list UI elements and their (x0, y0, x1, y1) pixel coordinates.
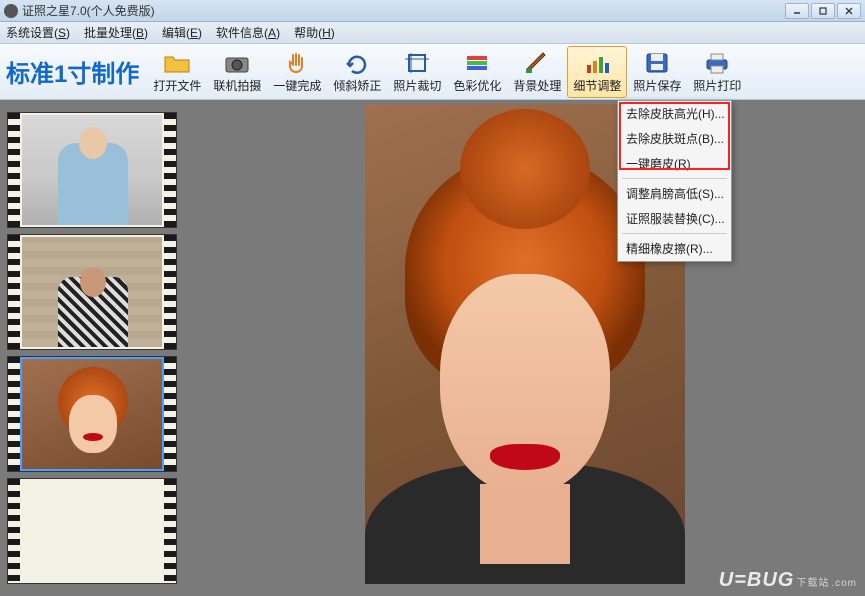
watermark-domain: .com (831, 578, 857, 589)
toolbar-one-click[interactable]: 一键完成 (267, 46, 327, 98)
app-icon (4, 4, 18, 18)
filmstrip[interactable] (0, 100, 184, 596)
toolbar-label: 背景处理 (513, 77, 561, 94)
folder-icon (163, 50, 191, 76)
dropdown-separator (622, 178, 727, 179)
toolbar-camera[interactable]: 联机拍摄 (207, 46, 267, 98)
film-frame (7, 356, 177, 472)
minimize-button[interactable] (785, 3, 809, 19)
toolbar-label: 照片打印 (693, 77, 741, 94)
toolbar-label: 倾斜矫正 (333, 77, 381, 94)
watermark-brand: U=BUG (719, 569, 795, 592)
film-frame (7, 234, 177, 350)
menu-item-replace-clothes[interactable]: 证照服装替换(C)... (618, 206, 731, 231)
brush-icon (523, 50, 551, 76)
toolbar: 标准1寸制作 打开文件联机拍摄一键完成倾斜矫正照片裁切色彩优化背景处理细节调整照… (0, 44, 865, 100)
maximize-button[interactable] (811, 3, 835, 19)
save-icon (643, 50, 671, 76)
menu-e[interactable]: 编辑(E) (162, 24, 202, 41)
toolbar-deskew[interactable]: 倾斜矫正 (327, 46, 387, 98)
menu-bar: 系统设置(S) 批量处理(B) 编辑(E) 软件信息(A) 帮助(H) (0, 22, 865, 44)
toolbar-color-opt[interactable]: 色彩优化 (447, 46, 507, 98)
menu-item-fine-eraser[interactable]: 精细橡皮擦(R)... (618, 236, 731, 261)
logo-text: 标准1寸制作 (6, 54, 139, 89)
thumb-2[interactable] (22, 237, 162, 347)
toolbar-print[interactable]: 照片打印 (687, 46, 747, 98)
work-area (0, 100, 865, 596)
toolbar-crop[interactable]: 照片裁切 (387, 46, 447, 98)
toolbar-label: 照片裁切 (393, 77, 441, 94)
toolbar-background[interactable]: 背景处理 (507, 46, 567, 98)
toolbar-save[interactable]: 照片保存 (627, 46, 687, 98)
toolbar-label: 一键完成 (273, 77, 321, 94)
film-frame (7, 112, 177, 228)
title-left: 证照之星7.0(个人免费版) (4, 2, 155, 19)
menu-a[interactable]: 软件信息(A) (216, 24, 280, 41)
thumb-4[interactable] (22, 481, 162, 581)
menu-item-adjust-shoulders[interactable]: 调整肩膀高低(S)... (618, 181, 731, 206)
toolbar-label: 打开文件 (153, 77, 201, 94)
printer-icon (703, 50, 731, 76)
toolbar-label: 联机拍摄 (213, 77, 261, 94)
thumb-1[interactable] (22, 115, 162, 225)
hand-icon (283, 50, 311, 76)
canvas[interactable] (184, 100, 865, 596)
crop-icon (403, 50, 431, 76)
toolbar-open-file[interactable]: 打开文件 (147, 46, 207, 98)
close-button[interactable] (837, 3, 861, 19)
toolbar-label: 照片保存 (633, 77, 681, 94)
dropdown-separator (622, 233, 727, 234)
palette-icon (463, 50, 491, 76)
toolbar-label: 色彩优化 (453, 77, 501, 94)
camera-icon (223, 50, 251, 76)
detail-icon (583, 50, 611, 76)
menu-h[interactable]: 帮助(H) (294, 24, 335, 41)
thumb-3[interactable] (22, 359, 162, 469)
detail-dropdown: 去除皮肤高光(H)...去除皮肤斑点(B)...一键磨皮(R) 调整肩膀高低(S)… (617, 100, 732, 262)
menu-item-remove-spots[interactable]: 去除皮肤斑点(B)... (618, 126, 731, 151)
window-title: 证照之星7.0(个人免费版) (22, 2, 155, 19)
watermark-suffix: 下载站 (796, 574, 829, 589)
rotate-icon (343, 50, 371, 76)
menu-s[interactable]: 系统设置(S) (6, 24, 70, 41)
menu-item-remove-highlight[interactable]: 去除皮肤高光(H)... (618, 101, 731, 126)
toolbar-label: 细节调整 (573, 77, 621, 94)
film-frame (7, 478, 177, 584)
window-controls (785, 3, 861, 19)
toolbar-detail[interactable]: 细节调整 (567, 46, 627, 98)
title-bar: 证照之星7.0(个人免费版) (0, 0, 865, 22)
watermark: U=BUG 下载站 .com (719, 569, 857, 592)
menu-b[interactable]: 批量处理(B) (84, 24, 148, 41)
menu-item-one-click-smooth[interactable]: 一键磨皮(R) (618, 151, 731, 176)
